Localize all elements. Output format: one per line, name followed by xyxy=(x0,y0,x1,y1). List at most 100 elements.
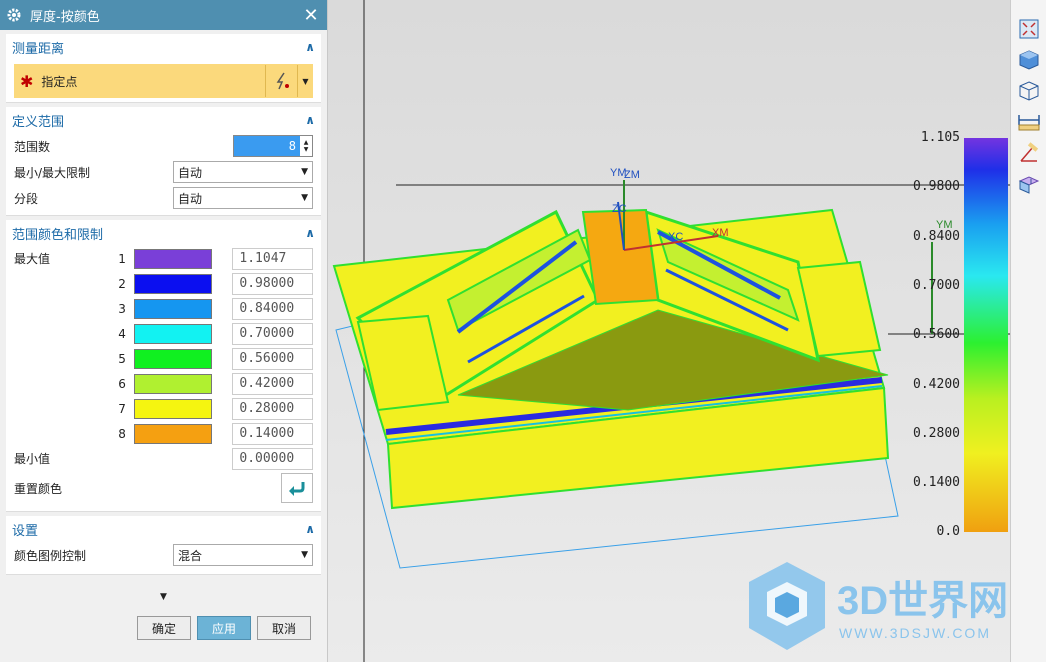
reset-colors-label: 重置颜色 xyxy=(14,481,63,496)
point-dialog-icon[interactable] xyxy=(265,65,297,97)
fit-view-icon[interactable] xyxy=(1016,16,1042,42)
range-section-header[interactable]: 定义范围 ∧ xyxy=(6,107,321,133)
color-swatch[interactable] xyxy=(133,348,213,369)
color-swatch[interactable] xyxy=(133,248,213,269)
color-range-row: 6 0.42000 xyxy=(6,371,321,396)
range-index: 7 xyxy=(118,401,126,416)
min-value-row: 最小值 0.00000 xyxy=(6,446,321,471)
color-range-row: 5 0.56000 xyxy=(6,346,321,371)
axis-label-zm: ZM xyxy=(624,169,640,181)
max-value-label: 最大值 xyxy=(14,252,51,266)
range-limit-field[interactable]: 1.1047 xyxy=(232,247,313,270)
min-value-field[interactable]: 0.00000 xyxy=(232,447,313,470)
segment-value: 自动 xyxy=(178,191,203,206)
watermark-brand: 3D世界网 xyxy=(837,579,1008,623)
color-swatch[interactable] xyxy=(133,273,213,294)
range-limit-field[interactable]: 0.14000 xyxy=(232,422,313,445)
color-range-row: 最大值 1 1.1047 xyxy=(6,246,321,271)
collapse-chevron-icon[interactable]: ∧ xyxy=(305,113,315,127)
reset-colors-button[interactable] xyxy=(281,473,313,503)
range-index: 6 xyxy=(118,376,126,391)
range-limit-field[interactable]: 0.28000 xyxy=(232,397,313,420)
dialog-title: 厚度-按颜色 xyxy=(30,9,100,25)
thickness-dialog: 厚度-按颜色 ✕ 测量距离 ∧ ✱ 指定点 ▼ 定义范围 ∧ 范围数 8 ▲▼ xyxy=(0,0,328,662)
range-index: 5 xyxy=(118,351,126,366)
color-range-row: 7 0.28000 xyxy=(6,396,321,421)
color-range-row: 3 0.84000 xyxy=(6,296,321,321)
legend-control-label: 颜色图例控制 xyxy=(14,548,87,563)
range-count-row: 范围数 8 ▲ ▼ xyxy=(6,133,321,159)
dialog-titlebar: 厚度-按颜色 ✕ xyxy=(0,0,327,30)
legend-control-value: 混合 xyxy=(178,548,203,563)
minmax-label: 最小/最大限制 xyxy=(14,165,91,180)
chevron-down-icon: ▼ xyxy=(301,550,308,560)
colors-section-header[interactable]: 范围颜色和限制 ∧ xyxy=(6,220,321,246)
segment-label: 分段 xyxy=(14,191,39,206)
measure-angle-icon[interactable] xyxy=(1016,140,1042,166)
wireframe-view-icon[interactable] xyxy=(1016,78,1042,104)
range-index: 3 xyxy=(118,301,126,316)
svg-text:i: i xyxy=(1030,176,1032,186)
spinner-arrows-icon[interactable]: ▲ ▼ xyxy=(300,136,312,156)
colors-section: 范围颜色和限制 ∧ 最大值 1 1.1047 2 0.98000 3 0.84000 4 0.7… xyxy=(6,220,321,512)
minmax-row: 最小/最大限制 自动 ▼ xyxy=(6,159,321,185)
collapse-chevron-icon[interactable]: ∧ xyxy=(305,40,315,54)
watermark-url: WWW.3DSJW.COM xyxy=(839,625,991,641)
gear-icon[interactable] xyxy=(6,7,22,23)
color-swatch[interactable] xyxy=(133,398,213,419)
collapse-chevron-icon[interactable]: ∧ xyxy=(305,522,315,536)
specify-point-row[interactable]: ✱ 指定点 ▼ xyxy=(14,64,313,98)
colors-section-title: 范围颜色和限制 xyxy=(12,227,104,243)
point-type-dropdown-icon[interactable]: ▼ xyxy=(297,65,313,97)
legend-tick-label: 0.8400 xyxy=(913,228,960,244)
dialog-buttons: 确定 应用 取消 xyxy=(6,616,321,640)
color-swatch[interactable] xyxy=(133,298,213,319)
color-range-row: 4 0.70000 xyxy=(6,321,321,346)
shaded-view-icon[interactable] xyxy=(1016,47,1042,73)
segment-dropdown[interactable]: 自动 ▼ xyxy=(173,187,313,209)
reset-colors-row: 重置颜色 xyxy=(6,471,321,505)
minmax-dropdown[interactable]: 自动 ▼ xyxy=(173,161,313,183)
measure-section-header[interactable]: 测量距离 ∧ xyxy=(6,34,321,60)
axis-label-zc: ZC xyxy=(612,203,627,215)
more-options-icon[interactable]: ▼ xyxy=(6,590,321,604)
range-section-title: 定义范围 xyxy=(12,114,65,130)
range-count-spinner[interactable]: 8 ▲ ▼ xyxy=(233,135,313,157)
chevron-down-icon: ▼ xyxy=(301,167,308,177)
color-legend-bar xyxy=(964,138,1008,532)
legend-tick-label: 0.5600 xyxy=(913,327,960,343)
legend-tick-label: 0.1400 xyxy=(913,475,960,491)
axis-label-xm: XM xyxy=(712,227,729,239)
color-swatch[interactable] xyxy=(133,373,213,394)
legend-tick-label: 1.105 xyxy=(920,130,960,145)
range-index: 8 xyxy=(118,426,126,441)
thickness-info-icon[interactable]: i xyxy=(1016,171,1042,197)
range-count-value[interactable]: 8 xyxy=(234,136,300,156)
range-limit-field[interactable]: 0.70000 xyxy=(232,322,313,345)
range-limit-field[interactable]: 0.42000 xyxy=(232,372,313,395)
settings-section-header[interactable]: 设置 ∧ xyxy=(6,516,321,542)
legend-tick-label: 0.9800 xyxy=(913,179,960,195)
range-index: 2 xyxy=(118,276,126,291)
legend-tick-label: 0.2800 xyxy=(913,425,960,441)
collapse-chevron-icon[interactable]: ∧ xyxy=(305,226,315,240)
legend-tick-label: 0.0 xyxy=(936,524,960,540)
legend-control-dropdown[interactable]: 混合 ▼ xyxy=(173,544,313,566)
measure-section-title: 测量距离 xyxy=(12,41,65,57)
range-section: 定义范围 ∧ 范围数 8 ▲ ▼ 最小/最大限制 自动 ▼ 分段 自动 ▼ xyxy=(6,107,321,216)
apply-button[interactable]: 应用 xyxy=(197,616,251,640)
close-icon[interactable]: ✕ xyxy=(301,5,321,26)
color-swatch[interactable] xyxy=(133,423,213,444)
settings-section-title: 设置 xyxy=(12,523,39,539)
range-limit-field[interactable]: 0.56000 xyxy=(232,347,313,370)
range-limit-field[interactable]: 0.98000 xyxy=(232,272,313,295)
measure-distance-icon[interactable] xyxy=(1016,109,1042,135)
ok-button[interactable]: 确定 xyxy=(137,616,191,640)
legend-tick-label: 0.7000 xyxy=(913,277,960,293)
required-star-icon: ✱ xyxy=(20,71,34,91)
color-swatch[interactable] xyxy=(133,323,213,344)
min-value-label: 最小值 xyxy=(14,452,51,466)
range-limit-field[interactable]: 0.84000 xyxy=(232,297,313,320)
range-index: 1 xyxy=(118,251,126,266)
cancel-button[interactable]: 取消 xyxy=(257,616,311,640)
